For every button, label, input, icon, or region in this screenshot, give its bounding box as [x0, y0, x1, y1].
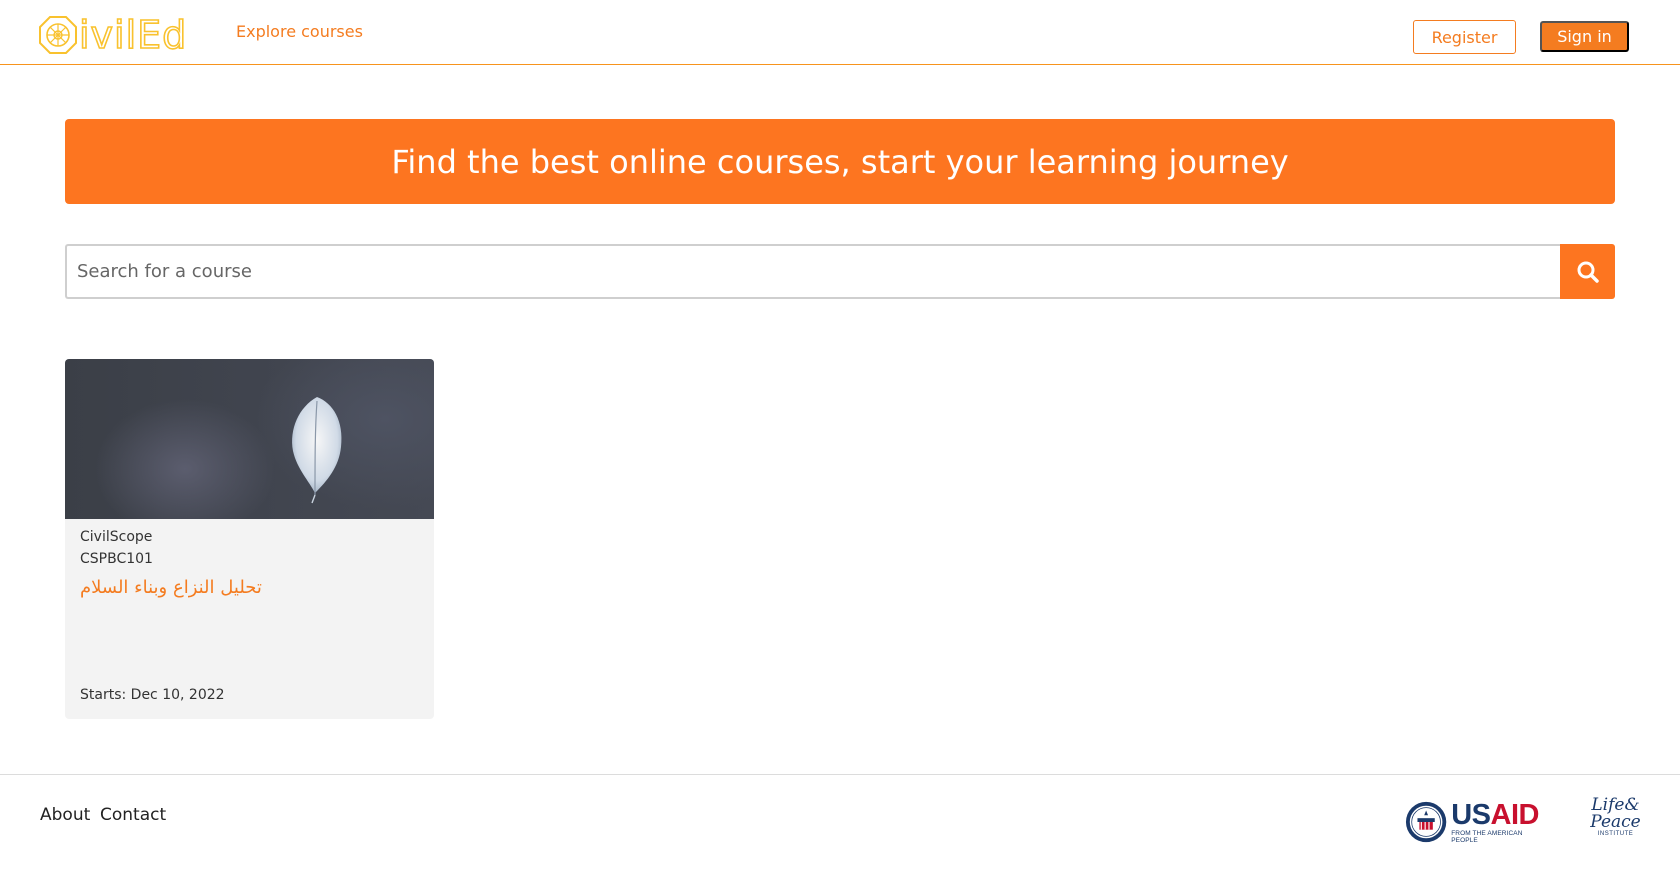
contact-link[interactable]: Contact: [100, 805, 166, 825]
usaid-tagline: FROM THE AMERICAN PEOPLE: [1451, 830, 1523, 844]
usaid-seal-icon: [1405, 801, 1447, 843]
register-button[interactable]: Register: [1413, 20, 1516, 54]
site-header: ivilEd Explore courses Register Sign in: [0, 0, 1680, 65]
course-start-date: Starts: Dec 10, 2022: [80, 687, 225, 703]
usaid-wordmark: USAID: [1451, 799, 1539, 831]
course-search: [65, 244, 1615, 299]
hero-title: Find the best online courses, start your…: [391, 142, 1289, 181]
logo-wordmark: ivilEd: [78, 13, 188, 57]
course-org: CivilScope: [80, 529, 153, 545]
about-link[interactable]: About: [40, 805, 90, 825]
search-input[interactable]: [65, 244, 1560, 299]
site-footer: About Contact USAID FROM THE AMERICAN PE…: [0, 774, 1680, 876]
course-image[interactable]: [65, 359, 434, 519]
sign-in-button[interactable]: Sign in: [1540, 21, 1629, 52]
civiled-logo[interactable]: ivilEd: [38, 14, 198, 56]
course-code: CSPBC101: [80, 551, 153, 567]
course-title-link[interactable]: تحليل النزاع وبناء السلام: [80, 577, 262, 598]
hero-banner: Find the best online courses, start your…: [65, 119, 1615, 204]
feather-image: [292, 397, 342, 504]
lpi-tagline: INSTITUTE: [1597, 831, 1634, 837]
life-and-peace-institute-logo[interactable]: Life& Peace INSTITUTE: [1588, 797, 1643, 845]
logo-emblem-icon: [39, 16, 77, 54]
search-button[interactable]: [1560, 244, 1615, 299]
search-icon: [1577, 261, 1599, 283]
course-card[interactable]: CivilScope CSPBC101 تحليل النزاع وبناء ا…: [65, 359, 434, 719]
usaid-logo[interactable]: USAID FROM THE AMERICAN PEOPLE: [1405, 799, 1547, 845]
lpi-wordmark-peace: Peace: [1590, 812, 1641, 832]
explore-courses-link[interactable]: Explore courses: [236, 22, 363, 41]
